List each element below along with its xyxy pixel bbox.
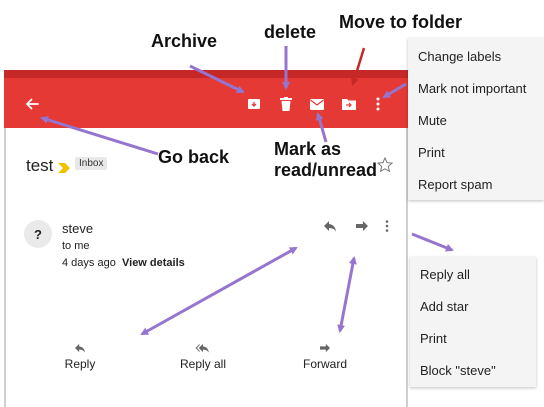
more-options-button[interactable]	[366, 92, 390, 116]
annotation-archive: Archive	[151, 31, 218, 51]
bottom-forward-button[interactable]: Forward	[298, 343, 352, 371]
more-vertical-icon	[376, 97, 380, 111]
message-overflow-menu: Reply all Add star Print Block "steve"	[410, 257, 536, 387]
menu-item-mute[interactable]: Mute	[418, 113, 447, 128]
arrow-left-icon	[26, 98, 39, 110]
menu-item-mark-not-important[interactable]: Mark not important	[418, 81, 526, 96]
archive-icon	[248, 99, 260, 109]
status-bar	[4, 70, 408, 78]
bottom-reply-all-label: Reply all	[179, 357, 227, 371]
recipient-line: to me	[62, 240, 90, 252]
annotation-move-to-folder: Move to folder	[339, 12, 463, 32]
label-chip[interactable]: Inbox	[75, 157, 108, 170]
trash-icon	[280, 97, 292, 111]
arrow-message-menu	[411, 232, 454, 252]
star-outline-icon	[377, 157, 393, 173]
menu-item-reply-all[interactable]: Reply all	[420, 267, 470, 282]
sender-name: steve	[62, 221, 94, 236]
menu-item-block-sender[interactable]: Block "steve"	[420, 363, 496, 378]
menu-item-change-labels[interactable]: Change labels	[418, 49, 501, 64]
view-details-link[interactable]: View details	[122, 257, 185, 269]
reply-icon	[75, 343, 85, 353]
move-to-folder-button[interactable]	[337, 92, 361, 116]
forward-icon	[356, 221, 368, 231]
forward-icon	[320, 343, 330, 353]
email-subject: test	[26, 156, 54, 175]
avatar: ?	[24, 220, 52, 248]
forward-button[interactable]	[352, 216, 372, 236]
menu-item-add-star[interactable]: Add star	[420, 299, 468, 314]
reply-icon	[324, 221, 336, 232]
menu-item-print[interactable]: Print	[418, 145, 445, 160]
toolbar-overflow-menu: Change labels Mark not important Mute Pr…	[408, 38, 544, 200]
annotation-mark-read: Mark as read/unread	[274, 139, 378, 180]
mark-read-button[interactable]	[305, 92, 329, 116]
back-button[interactable]	[20, 92, 44, 116]
reply-all-icon	[195, 343, 209, 353]
annotation-delete: delete	[264, 22, 317, 42]
archive-button[interactable]	[242, 92, 266, 116]
star-button[interactable]	[376, 156, 394, 174]
envelope-icon	[310, 98, 324, 110]
email-date: 4 days ago	[62, 257, 116, 269]
reply-button[interactable]	[320, 216, 340, 236]
delete-button[interactable]	[274, 92, 298, 116]
more-vertical-icon	[385, 220, 389, 232]
important-marker-icon[interactable]	[58, 160, 70, 178]
bottom-reply-all-button[interactable]: Reply all	[172, 343, 234, 371]
bottom-reply-button[interactable]: Reply	[56, 343, 104, 371]
bottom-reply-label: Reply	[64, 357, 96, 371]
annotation-go-back: Go back	[158, 147, 230, 167]
bottom-forward-label: Forward	[302, 357, 347, 371]
folder-move-icon	[342, 99, 356, 110]
menu-item-print[interactable]: Print	[420, 331, 447, 346]
message-more-button[interactable]	[377, 216, 397, 236]
menu-item-report-spam[interactable]: Report spam	[418, 177, 492, 192]
